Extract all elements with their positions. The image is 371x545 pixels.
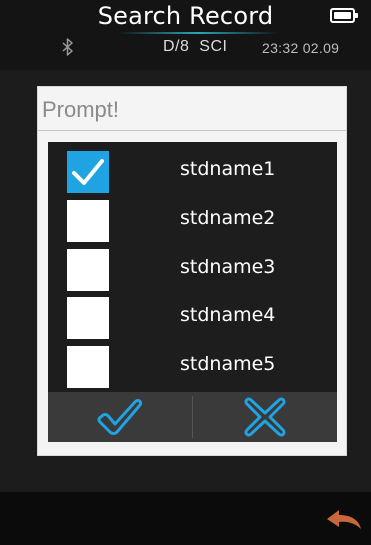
prompt-dialog: Prompt! stdname1 stdname2 stdname3 stdna… xyxy=(37,86,347,456)
item-label: stdname5 xyxy=(180,353,276,375)
title-underline xyxy=(118,32,278,34)
list-item[interactable]: stdname4 xyxy=(48,292,337,340)
bottom-bar xyxy=(0,492,371,545)
cancel-button[interactable] xyxy=(193,392,337,442)
dialog-button-bar xyxy=(48,392,337,442)
top-bar: Search Record D/8 SCI 23:32 02.09 xyxy=(0,0,371,70)
list-item[interactable]: stdname2 xyxy=(48,195,337,243)
x-icon xyxy=(244,397,286,437)
status-time: 23:32 02.09 xyxy=(262,40,340,56)
item-label: stdname3 xyxy=(180,256,276,278)
checkbox[interactable] xyxy=(67,249,109,291)
back-arrow-icon[interactable] xyxy=(325,508,363,530)
list-item[interactable]: stdname3 xyxy=(48,244,337,292)
checkbox[interactable] xyxy=(67,346,109,388)
dialog-title: Prompt! xyxy=(42,97,120,122)
list-item[interactable]: stdname1 xyxy=(48,146,337,194)
dialog-divider xyxy=(38,130,346,131)
page-title: Search Record xyxy=(97,2,274,30)
record-list: stdname1 stdname2 stdname3 stdname4 stdn… xyxy=(48,142,337,442)
checkbox-checked[interactable] xyxy=(67,151,109,193)
item-label: stdname2 xyxy=(180,207,276,229)
item-label: stdname1 xyxy=(180,158,276,180)
checkbox[interactable] xyxy=(67,200,109,242)
bluetooth-icon xyxy=(62,38,73,56)
checkbox[interactable] xyxy=(67,297,109,339)
measurement-mode: D/8 SCI xyxy=(163,38,228,55)
confirm-button[interactable] xyxy=(48,392,192,442)
checkmark-icon xyxy=(72,159,104,185)
list-item[interactable]: stdname5 xyxy=(48,341,337,389)
item-label: stdname4 xyxy=(180,304,276,326)
battery-icon xyxy=(330,8,358,23)
checkmark-icon xyxy=(97,399,142,435)
screen: Search Record D/8 SCI 23:32 02.09 Prompt… xyxy=(0,0,371,545)
